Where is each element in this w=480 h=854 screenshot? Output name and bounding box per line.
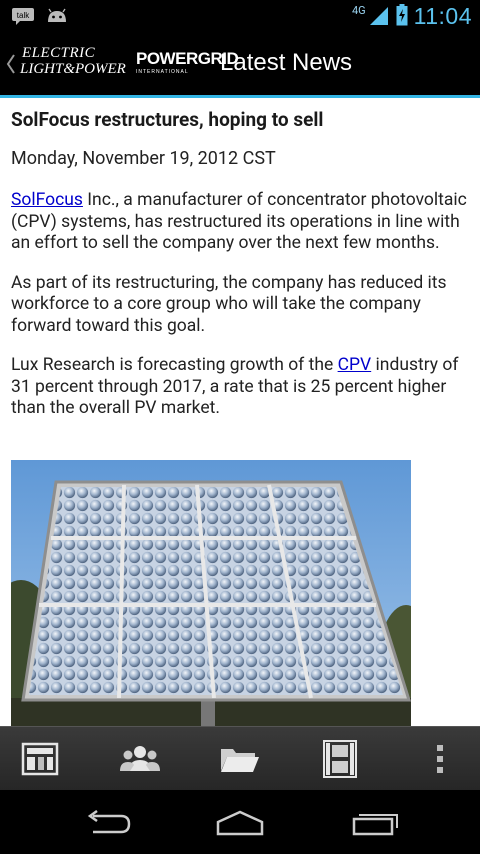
home-icon[interactable] [210, 808, 270, 838]
cpv-link[interactable]: CPV [338, 355, 372, 375]
electric-light-power-logo[interactable]: ELECTRIC LIGHT&POWER [20, 46, 132, 82]
clock: 11:04 [413, 3, 472, 29]
network-type-label: 4G [351, 4, 366, 17]
powergrid-logo[interactable]: POWERGRID INTERNATIONAL [136, 50, 239, 78]
article-paragraph-1: SolFocus Inc., a manufacturer of concent… [11, 190, 467, 253]
system-nav-bar [0, 790, 480, 854]
film-icon[interactable] [318, 739, 362, 779]
people-icon[interactable] [118, 739, 162, 779]
article-image-solar-panel [11, 460, 411, 728]
app-bar: ELECTRIC LIGHT&POWER POWERGRID INTERNATI… [0, 33, 480, 98]
signal-icon [368, 4, 390, 30]
article-date: Monday, November 19, 2012 CST [11, 148, 276, 169]
svg-text:talk: talk [17, 11, 30, 20]
article-paragraph-3: Lux Research is forecasting growth of th… [11, 355, 459, 418]
back-icon[interactable] [77, 808, 137, 838]
talk-icon: talk [10, 6, 36, 26]
status-bar: talk 4G 11:04 [0, 0, 480, 33]
folder-icon[interactable] [218, 739, 262, 779]
solfocus-link[interactable]: SolFocus [11, 190, 83, 210]
recent-apps-icon[interactable] [345, 808, 405, 838]
battery-icon [396, 3, 408, 30]
article-headline: SolFocus restructures, hoping to sell [11, 108, 324, 131]
back-chevron-icon[interactable] [4, 52, 18, 76]
page-title: Latest News [220, 49, 353, 76]
news-icon[interactable] [18, 739, 62, 779]
overflow-menu-icon[interactable] [418, 739, 462, 779]
article: SolFocus restructures, hoping to sell Mo… [11, 108, 469, 420]
article-paragraph-2: As part of its restructuring, the compan… [11, 272, 447, 336]
bottom-toolbar [0, 726, 480, 791]
android-icon [44, 6, 70, 26]
